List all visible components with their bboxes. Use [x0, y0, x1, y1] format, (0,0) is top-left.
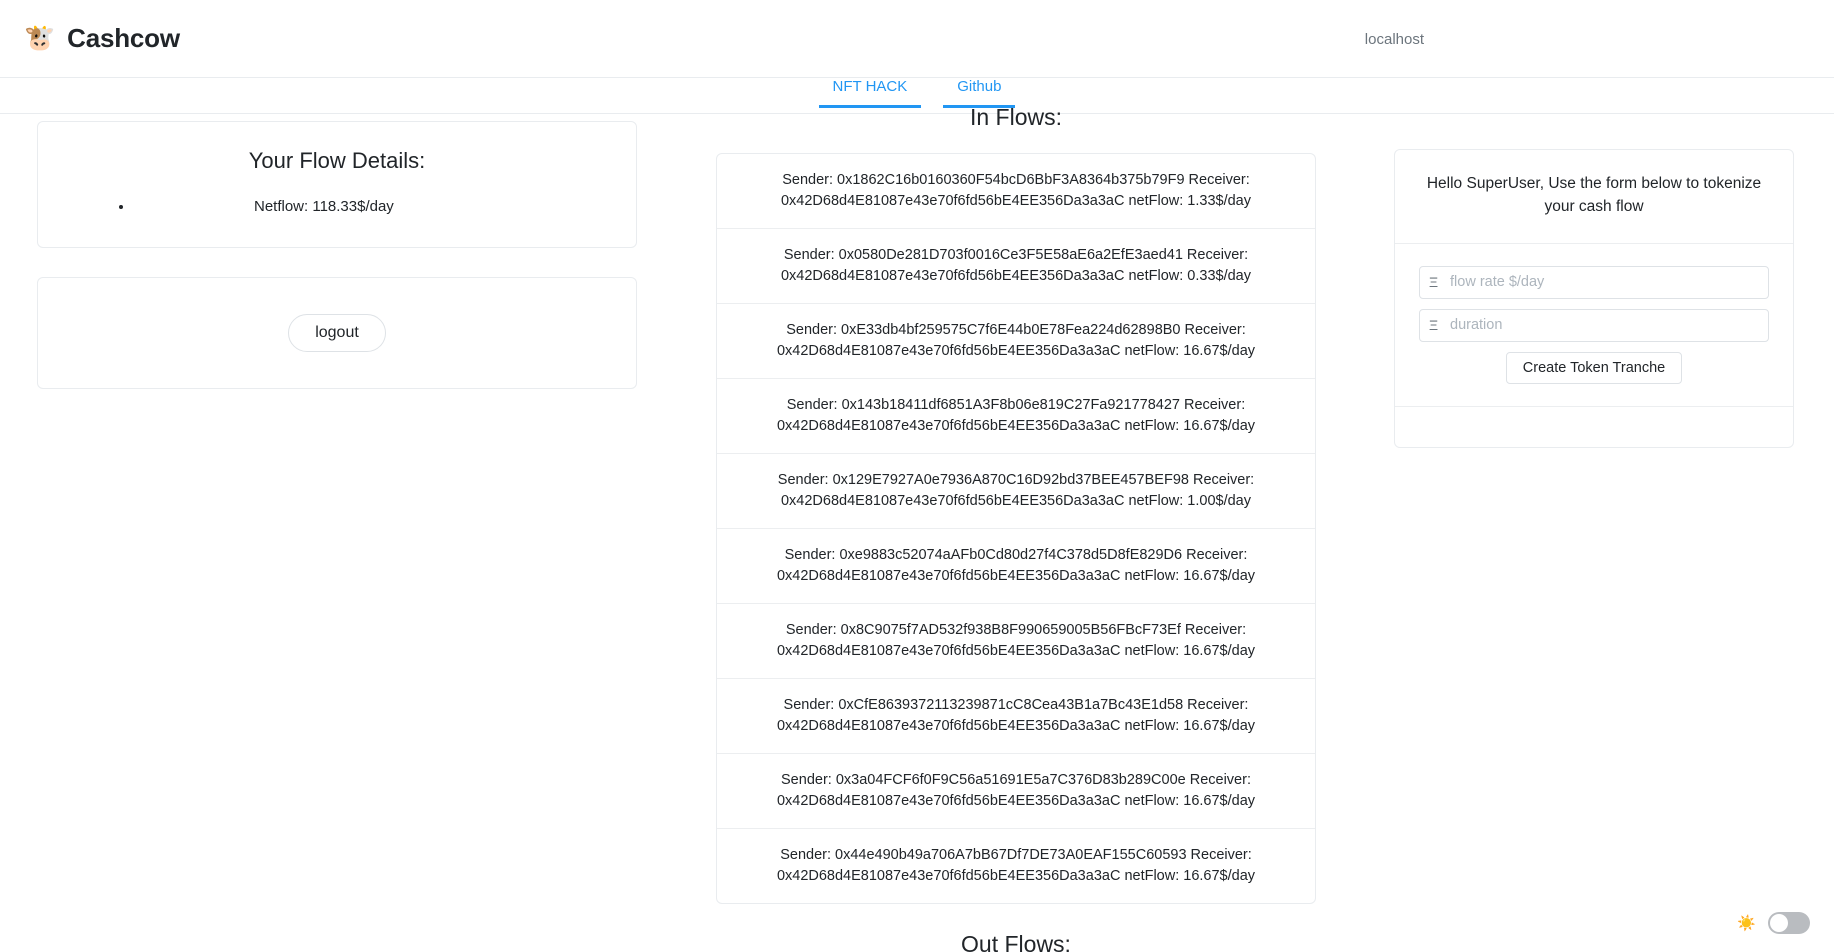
- table-row[interactable]: Sender: 0x8C9075f7AD532f938B8F990659005B…: [717, 604, 1315, 680]
- table-row[interactable]: Sender: 0xE33db4bf259575C7f6E44b0E78Fea2…: [717, 304, 1315, 380]
- host-label: localhost: [1364, 30, 1424, 48]
- flow-rate-row: Ξ: [1419, 265, 1769, 299]
- table-row[interactable]: Sender: 0x44e490b49a706A7bB67Df7DE73A0EA…: [717, 829, 1315, 903]
- brand-logo[interactable]: 🐮 Cashcow: [24, 23, 180, 54]
- navbar-right: localhost: [1365, 0, 1834, 78]
- page-content: Your Flow Details: Netflow: 118.33$/day …: [0, 78, 1834, 952]
- list-item: Netflow: 118.33$/day: [134, 196, 612, 219]
- create-token-tranche-button[interactable]: Create Token Tranche: [1505, 351, 1683, 384]
- tokenize-card: Hello SuperUser, Use the form below to t…: [1394, 149, 1794, 448]
- logout-button[interactable]: logout: [288, 313, 386, 352]
- table-row[interactable]: Sender: 0x1862C16b0160360F54bcD6BbF3A836…: [717, 154, 1315, 230]
- flow-rate-input[interactable]: [1419, 265, 1769, 299]
- out-flows-section: Out Flows:: [716, 931, 1316, 952]
- tokenize-form: Ξ Ξ Create Token Tranche: [1395, 244, 1793, 407]
- logout-card: logout: [37, 276, 637, 389]
- sun-icon: ☀️: [1737, 914, 1756, 932]
- tokenize-footer: [1395, 407, 1793, 447]
- table-row[interactable]: Sender: 0x0580De281D703f0016Ce3F5E58aE6a…: [717, 229, 1315, 305]
- theme-toggle-group: ☀️: [1737, 912, 1810, 934]
- cow-emoji: 🐮: [24, 24, 56, 52]
- in-flows-table: Sender: 0x1862C16b0160360F54bcD6BbF3A836…: [716, 153, 1316, 905]
- duration-row: Ξ: [1419, 308, 1769, 342]
- right-column: Hello SuperUser, Use the form below to t…: [1394, 149, 1794, 448]
- table-row[interactable]: Sender: 0x129E7927A0e7936A870C16D92bd37B…: [717, 454, 1315, 530]
- table-row[interactable]: Sender: 0x3a04FCF6f0F9C56a51691E5a7C376D…: [717, 754, 1315, 830]
- out-flows-title: Out Flows:: [961, 931, 1071, 952]
- flow-details-list: Netflow: 118.33$/day: [62, 196, 612, 219]
- table-row[interactable]: Sender: 0xe9883c52074aAFb0Cd80d27f4C378d…: [717, 529, 1315, 605]
- duration-input[interactable]: [1419, 308, 1769, 342]
- toggle-knob: [1770, 914, 1788, 932]
- in-flows-title: In Flows:: [969, 104, 1063, 130]
- table-row[interactable]: Sender: 0x143b18411df6851A3F8b06e819C27F…: [717, 379, 1315, 455]
- dark-mode-toggle[interactable]: [1768, 912, 1810, 934]
- top-navbar: 🐮 Cashcow localhost: [0, 0, 1834, 78]
- flow-details-title: Your Flow Details:: [248, 148, 426, 173]
- tokenize-greeting: Hello SuperUser, Use the form below to t…: [1395, 150, 1793, 244]
- left-column: Your Flow Details: Netflow: 118.33$/day …: [37, 121, 637, 389]
- table-row[interactable]: Sender: 0xCfE8639372113239871cC8Cea43B1a…: [717, 679, 1315, 755]
- center-column: In Flows: Sender: 0x1862C16b0160360F54bc…: [716, 104, 1316, 952]
- netflow-value: Netflow: 118.33$/day: [254, 198, 394, 215]
- flow-details-card: Your Flow Details: Netflow: 118.33$/day: [37, 121, 637, 248]
- create-button-wrap: Create Token Tranche: [1419, 351, 1769, 384]
- brand-title: Cashcow: [67, 23, 180, 53]
